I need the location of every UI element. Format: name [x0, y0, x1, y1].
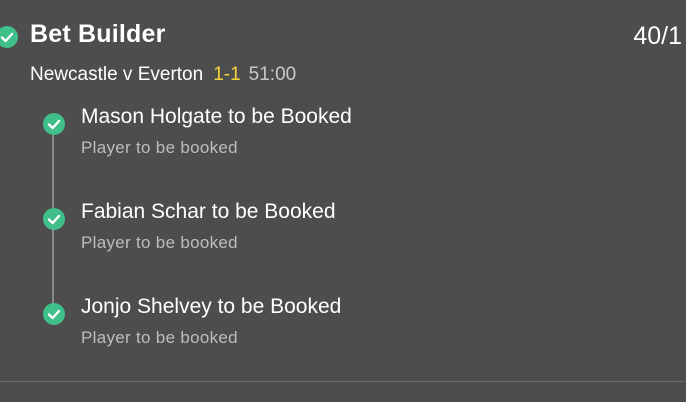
check-circle-icon	[0, 26, 18, 48]
selection-title: Jonjo Shelvey to be Booked	[81, 295, 342, 318]
divider	[0, 381, 686, 382]
selection-subtitle: Player to be booked	[81, 233, 238, 252]
selection-subtitle: Player to be booked	[81, 328, 238, 347]
selection-title: Fabian Schar to be Booked	[81, 200, 336, 223]
match-name: Newcastle v Everton	[30, 64, 204, 85]
check-circle-icon	[43, 208, 65, 230]
bet-title: Bet Builder	[30, 20, 166, 48]
check-circle-icon	[43, 303, 65, 325]
check-circle-icon	[43, 113, 65, 135]
match-info: Newcastle v Everton 1-1 51:00	[30, 64, 296, 86]
bet-odds: 40/1	[633, 22, 682, 50]
match-score: 1-1	[213, 64, 241, 85]
selection-title: Mason Holgate to be Booked	[81, 105, 352, 128]
bet-builder-card[interactable]: Bet Builder 40/1 Newcastle v Everton 1-1 5…	[0, 0, 686, 402]
match-clock: 51:00	[248, 64, 297, 85]
selection-subtitle: Player to be booked	[81, 138, 238, 157]
